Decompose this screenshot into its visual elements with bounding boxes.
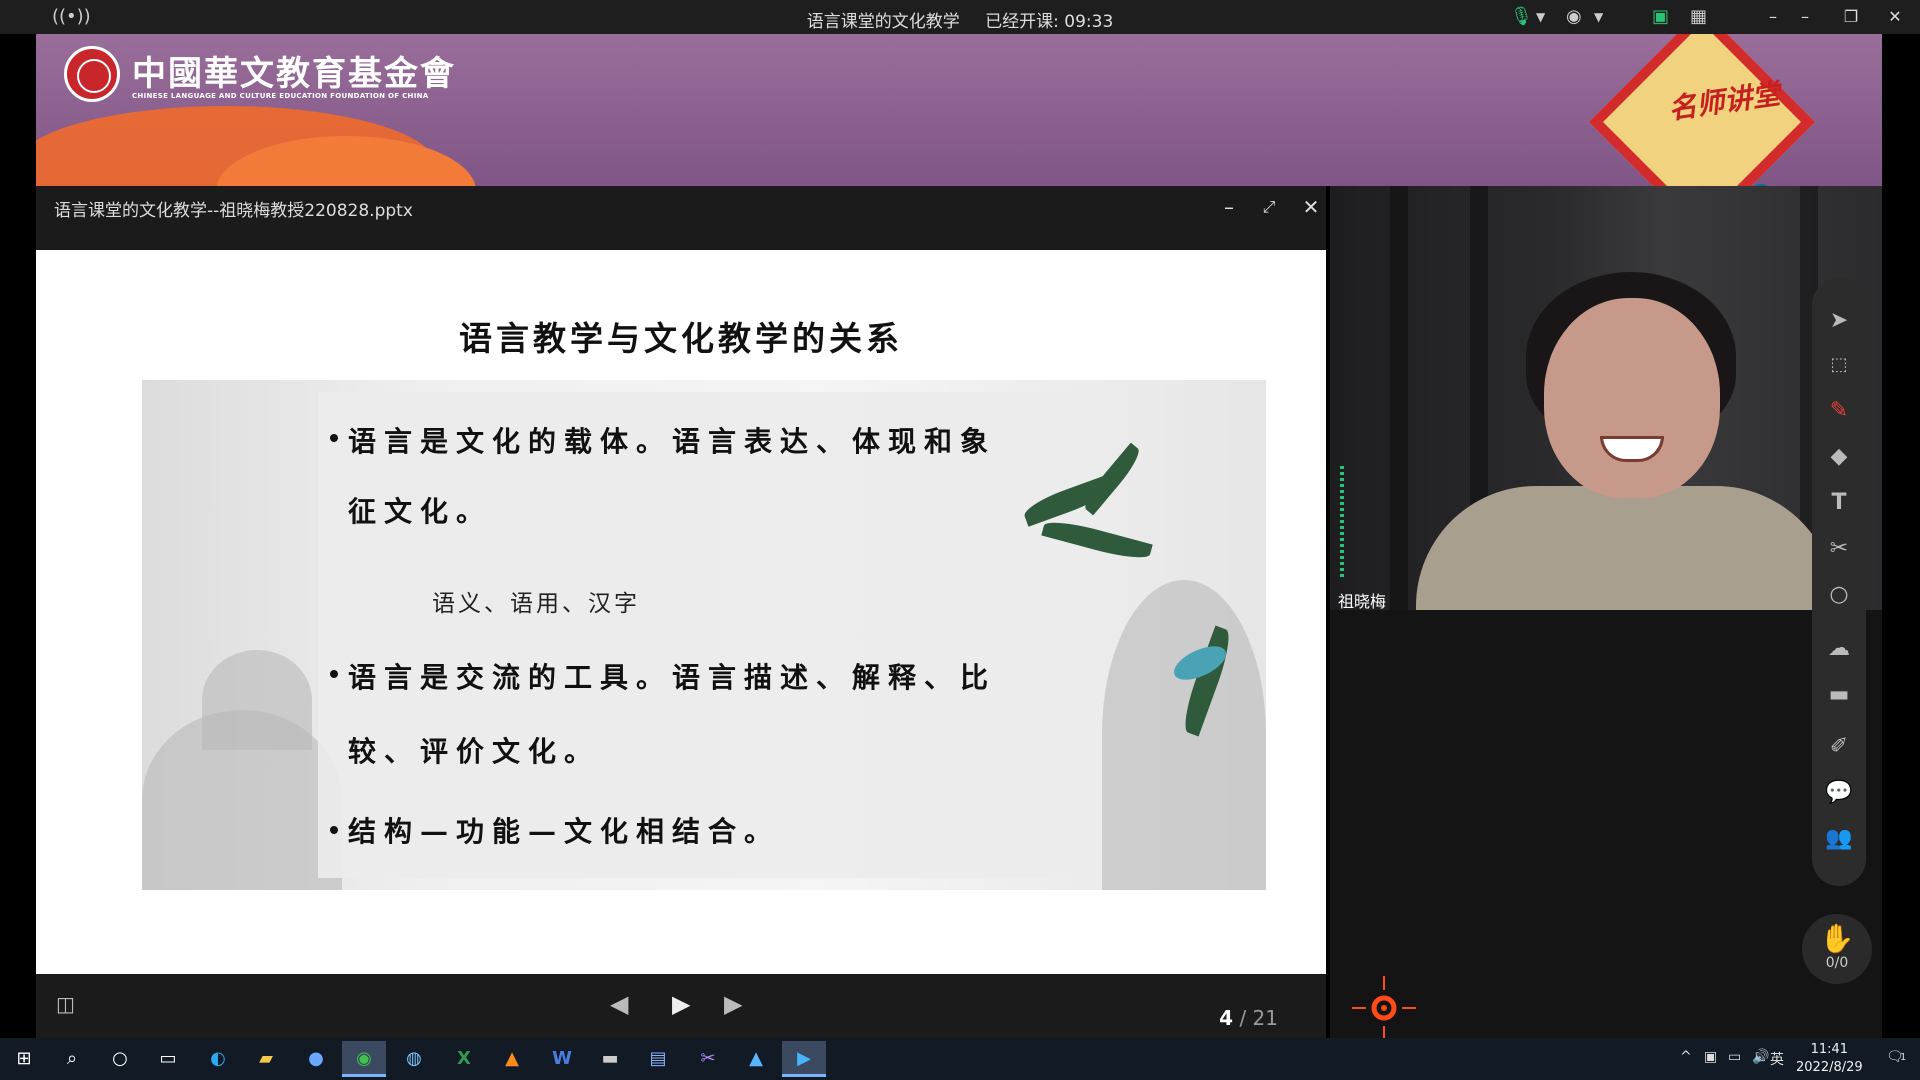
microphone-icon[interactable]: 🎙	[1510, 5, 1533, 29]
slide-heading: 语言教学与文化教学的关系	[459, 319, 903, 358]
cloud-icon[interactable]: ☁	[1812, 628, 1866, 670]
screen-share-icon[interactable]: ▣	[1652, 5, 1669, 29]
close-window-button[interactable]: ✕	[1872, 0, 1918, 34]
bullet-1-line-1: 语言是文化的载体。语言表达、体现和象	[348, 425, 997, 458]
document-filename: 语言课堂的文化教学--祖晓梅教授220828.pptx	[54, 201, 413, 221]
bullet-dot	[330, 670, 338, 678]
hand-icon: ✋	[1819, 922, 1855, 955]
sub-point: 语义、语用、汉字	[432, 591, 640, 617]
task-view-icon[interactable]: ▭	[146, 1041, 190, 1077]
select-icon[interactable]: ⬚	[1812, 344, 1866, 386]
eraser-icon[interactable]: ◆	[1812, 436, 1866, 478]
window-titlebar: ((•)) 语言课堂的文化教学 已经开课: 09:33 🎙 ▼ ◉ ▼ ▣ ▦ …	[0, 0, 1920, 34]
bullet-3-line-1: 结构—功能—文化相结合。	[348, 815, 781, 848]
vlc-icon[interactable]: ▲	[490, 1041, 534, 1077]
presenter-face	[1544, 298, 1720, 498]
previous-slide-button[interactable]: ◀	[610, 990, 628, 1018]
tray-expand-icon[interactable]: ^	[1680, 1049, 1692, 1065]
next-slide-button[interactable]: ▶	[724, 990, 742, 1018]
presentation-controls: ◫ ◀ ▶ ▶ 4 / 21	[36, 974, 1326, 1038]
shape-icon[interactable]: ○	[1812, 574, 1866, 616]
bullet-2-line-2: 较、评价文化。	[348, 735, 601, 768]
raise-hand-count: 0/0	[1825, 955, 1849, 971]
word-icon[interactable]: W	[540, 1041, 584, 1077]
audio-level-meter	[1340, 466, 1344, 578]
camera-icon[interactable]: ◉	[1566, 5, 1582, 29]
participant-name: 祖晓梅	[1338, 592, 1387, 610]
document-header: 语言课堂的文化教学--祖晓梅教授220828.pptx – ⤢ ✕	[36, 186, 1326, 250]
foundation-name-en: CHINESE LANGUAGE AND CULTURE EDUCATION F…	[132, 92, 429, 100]
event-banner: 中國華文教育基金會 CHINESE LANGUAGE AND CULTURE E…	[36, 34, 1882, 186]
pen-icon[interactable]: ✎	[1812, 390, 1866, 432]
network-icon[interactable]: ▭	[1728, 1049, 1741, 1065]
page-indicator: 4 / 21	[1219, 1006, 1278, 1030]
cloud-app-icon[interactable]: ◍	[392, 1041, 436, 1077]
total-pages: 21	[1252, 1006, 1278, 1030]
bullet-dot	[330, 434, 338, 442]
classroom-app-icon[interactable]: ▶	[782, 1041, 826, 1077]
notification-count: 1	[1900, 1052, 1907, 1063]
raise-hand-button[interactable]: ✋ 0/0	[1802, 914, 1872, 984]
cursor-icon[interactable]: ➤	[1812, 300, 1866, 342]
search-icon[interactable]: ⌕	[50, 1041, 94, 1077]
volume-icon[interactable]: 🔊	[1752, 1049, 1769, 1065]
clock-date: 2022/8/29	[1796, 1060, 1863, 1075]
side-panel-empty	[1330, 610, 1882, 1038]
meeting-info: 语言课堂的文化教学 已经开课: 09:33	[0, 7, 1920, 32]
cortana-icon[interactable]: ○	[98, 1041, 142, 1077]
page-separator: /	[1239, 1006, 1253, 1030]
meeting-title: 语言课堂的文化教学	[806, 12, 960, 32]
excel-icon[interactable]: X	[442, 1041, 486, 1077]
foundation-logo	[64, 46, 120, 102]
restore-button[interactable]: ❐	[1828, 0, 1874, 34]
presenter-body	[1416, 486, 1836, 610]
windows-taskbar: ⊞ ⌕ ○ ▭ ◐ ▰ ● ◉ ◍ X ▲ W ▬ ▤ ✂ ▲ ▶ ^ ▣ ▭ …	[0, 1038, 1920, 1080]
wechat-icon[interactable]: ◉	[342, 1041, 386, 1077]
network-app-icon[interactable]: ▤	[636, 1041, 680, 1077]
annotation-toolbar: ➤ ⬚ ✎ ◆ T ✂ ○ ☁ ▬ ✐ 💬 👥	[1812, 278, 1866, 886]
system-clock[interactable]: 11:41 2022/8/29	[1796, 1041, 1863, 1077]
document-minimize-button[interactable]: –	[1214, 192, 1244, 222]
slide-text-box: 语言是文化的载体。语言表达、体现和象 征文化。 语义、语用、汉字 语言是交流的工…	[318, 392, 1100, 878]
chat-icon[interactable]: 💬	[1812, 772, 1866, 814]
bullet-dot	[330, 826, 338, 834]
document-fullscreen-button[interactable]: ⤢	[1254, 192, 1284, 222]
start-button[interactable]: ⊞	[2, 1041, 46, 1077]
mountain-decoration	[1102, 580, 1266, 890]
mic-dropdown-icon[interactable]: ▼	[1536, 5, 1545, 29]
toolbox-icon[interactable]: ▬	[1812, 674, 1866, 716]
terminal-icon[interactable]: ▬	[588, 1041, 632, 1077]
edge-icon[interactable]: ◐	[196, 1041, 240, 1077]
clock-time: 11:41	[1810, 1042, 1849, 1057]
edit-icon[interactable]: ✐	[1812, 726, 1866, 768]
ime-indicator[interactable]: 英	[1770, 1049, 1784, 1069]
bullet-2-line-1: 语言是交流的工具。语言描述、解释、比	[348, 661, 997, 694]
camera-dropdown-icon[interactable]: ▼	[1594, 5, 1603, 29]
laser-pointer-icon[interactable]	[1352, 976, 1416, 1040]
photos-icon[interactable]: ▲	[734, 1041, 778, 1077]
tray-app-icon[interactable]: ▣	[1704, 1049, 1717, 1065]
participant-video[interactable]: 祖晓梅	[1330, 186, 1882, 610]
elapsed-time: 已经开课: 09:33	[985, 12, 1114, 32]
thumbnail-panel-icon[interactable]: ◫	[56, 992, 75, 1016]
users-icon[interactable]: 👥	[1812, 818, 1866, 860]
browser-icon[interactable]: ●	[294, 1041, 338, 1077]
minimize-button[interactable]: –	[1782, 0, 1828, 34]
text-icon[interactable]: T	[1812, 482, 1866, 524]
file-explorer-icon[interactable]: ▰	[244, 1041, 288, 1077]
foundation-name: 中國華文教育基金會	[132, 54, 456, 94]
play-button[interactable]: ▶	[672, 990, 690, 1018]
slide-ink-painting: 语言是文化的载体。语言表达、体现和象 征文化。 语义、语用、汉字 语言是交流的工…	[142, 380, 1266, 890]
layout-grid-icon[interactable]: ▦	[1690, 5, 1707, 29]
current-page: 4	[1219, 1006, 1234, 1030]
scissors-icon[interactable]: ✂	[1812, 528, 1866, 570]
curtain-fold	[1390, 186, 1408, 610]
document-close-button[interactable]: ✕	[1296, 192, 1326, 222]
presentation-slide: 语言教学与文化教学的关系 语言是文化的载体。语言表达、体现和象 征文化。 语义、…	[36, 250, 1326, 974]
bullet-1-line-2: 征文化。	[348, 495, 493, 528]
screenshot-app-icon[interactable]: ✂	[686, 1041, 730, 1077]
mountain-decoration	[202, 650, 312, 750]
